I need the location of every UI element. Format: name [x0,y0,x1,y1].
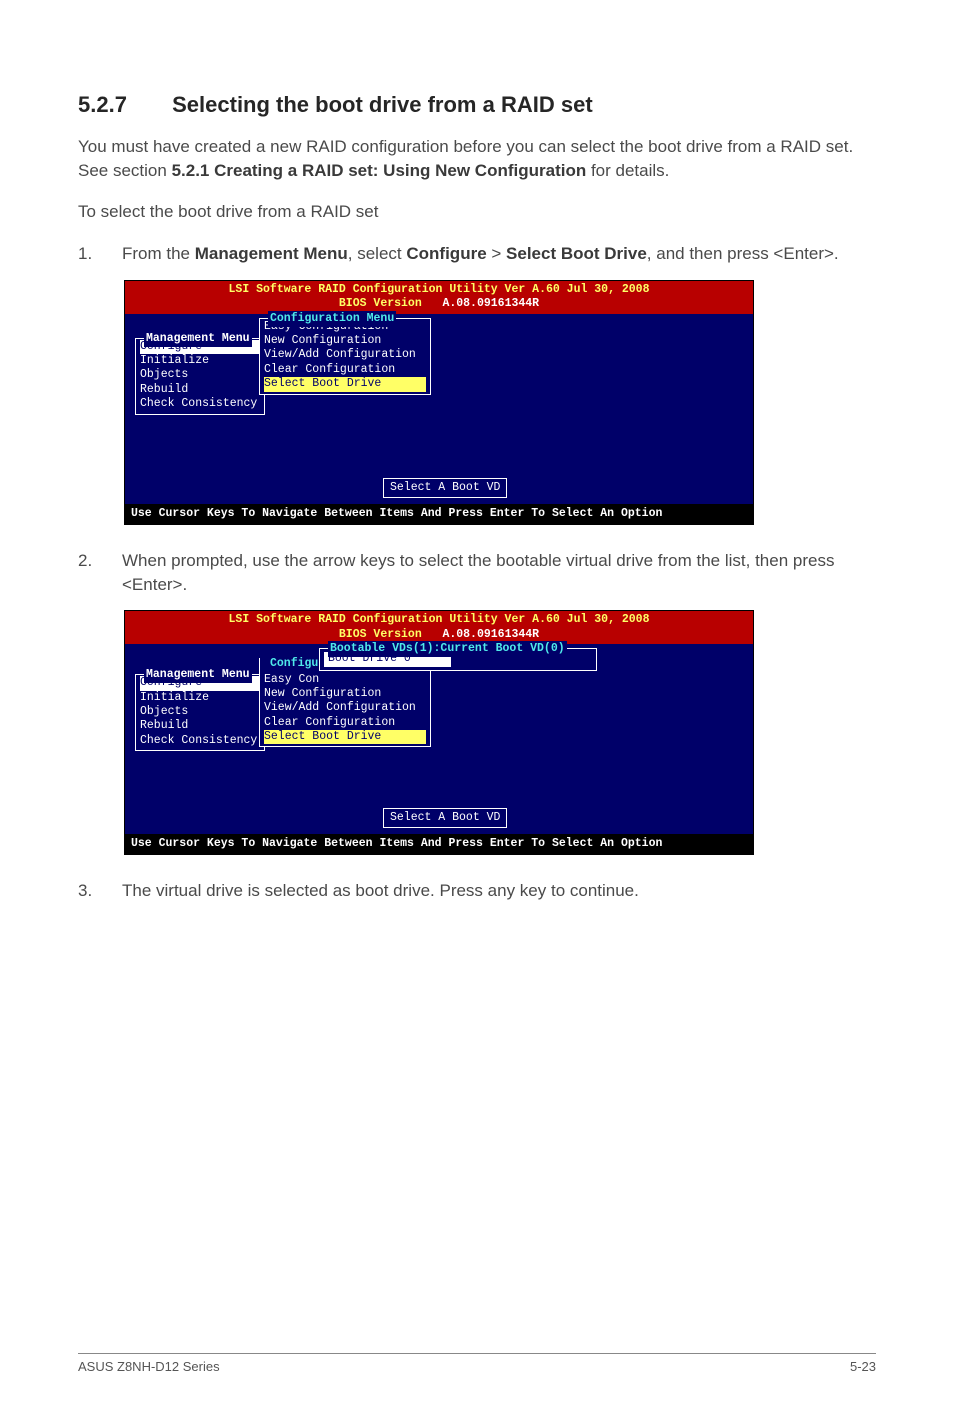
step-3-number: 3. [78,879,122,903]
bios2-select-boot-vd-label: Select A Boot VD [390,811,500,824]
bios1-select-boot-vd-label: Select A Boot VD [390,481,500,494]
bios1-mgmt-objects[interactable]: Objects [140,368,260,382]
bios2-footer: Use Cursor Keys To Navigate Between Item… [125,834,753,854]
bios1-header-line2b: A.08.09161344R [442,297,539,310]
bios1-config-menu: Configuration Menu Easy Configuration Ne… [259,318,431,395]
bios1-mgmt-rebuild[interactable]: Rebuild [140,383,260,397]
bios2-bootable-vds: Bootable VDs(1):Current Boot VD(0) Boot … [319,648,597,671]
intro-bold-ref: 5.2.1 Creating a RAID set: Using New Con… [172,161,587,180]
bios1-header-line1: LSI Software RAID Configuration Utility … [125,283,753,297]
bios2-header-line2b: A.08.09161344R [442,628,539,641]
bios2-bootable-legend: Bootable VDs(1):Current Boot VD(0) [328,641,567,657]
bios1-management-menu: Management Menu Configure Initialize Obj… [135,338,265,415]
step-1: 1. From the Management Menu, select Conf… [78,242,876,266]
footer-right: 5-23 [850,1358,876,1376]
step-1-text: From the Management Menu, select Configu… [122,242,876,266]
bios2-config-menu: Configu x Easy Con New Configuration Vie… [259,658,431,747]
bios2-easy-con: Easy Con [264,673,426,687]
bios1-mgmt-check[interactable]: Check Consistency [140,397,260,411]
step-1-number: 1. [78,242,122,266]
bios2-header-line2a: BIOS Version [339,628,422,641]
bios2-select-boot-vd: Select A Boot VD [383,808,507,828]
lead-paragraph: To select the boot drive from a RAID set [78,200,876,224]
bios2-mgmt-check[interactable]: Check Consistency [140,734,260,748]
step-1-bold-1: Management Menu [195,244,348,263]
bios1-config-legend: Configuration Menu [268,311,396,327]
bios1-cfg-view[interactable]: View/Add Configuration [264,348,426,362]
bios1-header: LSI Software RAID Configuration Utility … [125,281,753,314]
bios2-header: LSI Software RAID Configuration Utility … [125,611,753,644]
section-number: 5.2.7 [78,90,166,121]
step-2-text: When prompted, use the arrow keys to sel… [122,549,876,597]
bios1-cfg-new[interactable]: New Configuration [264,334,426,348]
bios-screenshot-1: LSI Software RAID Configuration Utility … [124,280,754,525]
bios2-body: Management Menu Configure Initialize Obj… [125,644,753,834]
step-1-bold-3: Select Boot Drive [506,244,647,263]
bios2-cfg-clear[interactable]: Clear Configuration [264,716,426,730]
step-2-number: 2. [78,549,122,597]
footer-left: ASUS Z8NH-D12 Series [78,1358,220,1376]
bios1-management-legend: Management Menu [144,331,252,347]
bios2-cfg-view[interactable]: View/Add Configuration [264,701,426,715]
bios2-header-line1: LSI Software RAID Configuration Utility … [125,613,753,627]
page-footer: ASUS Z8NH-D12 Series 5-23 [78,1353,876,1376]
bios-screenshot-2: LSI Software RAID Configuration Utility … [124,610,754,855]
step-1-frag-4: , and then press <Enter>. [647,244,839,263]
step-3: 3. The virtual drive is selected as boot… [78,879,876,903]
bios1-header-line2a: BIOS Version [339,297,422,310]
intro-text-2: for details. [586,161,669,180]
bios2-mgmt-initialize[interactable]: Initialize [140,691,260,705]
step-1-bold-2: Configure [406,244,486,263]
section-title: Selecting the boot drive from a RAID set [172,92,593,117]
bios2-config-legend: Configu [268,656,320,672]
bios1-body: Management Menu Configure Initialize Obj… [125,314,753,504]
step-2: 2. When prompted, use the arrow keys to … [78,549,876,597]
bios2-cfg-new[interactable]: New Configuration [264,687,426,701]
bios1-footer: Use Cursor Keys To Navigate Between Item… [125,504,753,524]
bios1-cfg-select[interactable]: Select Boot Drive [264,377,426,391]
step-1-frag-1: From the [122,244,195,263]
step-1-frag-2: , select [348,244,407,263]
intro-paragraph: You must have created a new RAID configu… [78,135,876,183]
bios1-cfg-clear[interactable]: Clear Configuration [264,363,426,377]
section-heading: 5.2.7 Selecting the boot drive from a RA… [78,90,876,121]
bios1-mgmt-initialize[interactable]: Initialize [140,354,260,368]
bios1-select-boot-vd: Select A Boot VD [383,478,507,498]
step-1-frag-3: > [487,244,506,263]
bios2-management-legend: Management Menu [144,667,252,683]
step-3-text: The virtual drive is selected as boot dr… [122,879,876,903]
bios2-management-menu: Management Menu Configure Initialize Obj… [135,674,265,751]
bios2-mgmt-objects[interactable]: Objects [140,705,260,719]
bios2-mgmt-rebuild[interactable]: Rebuild [140,719,260,733]
bios2-cfg-select[interactable]: Select Boot Drive [264,730,426,744]
